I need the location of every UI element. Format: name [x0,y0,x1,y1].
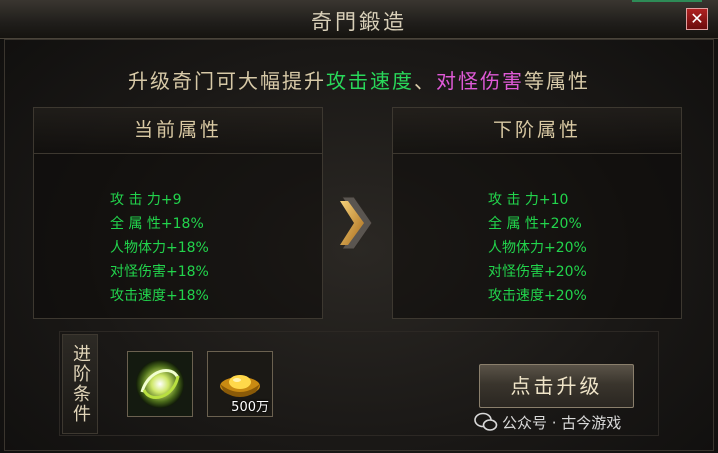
arrow-right-icon [340,196,373,250]
title-accent-line [632,0,702,2]
close-button[interactable]: ✕ [686,8,708,30]
next-attr-all-stats: 全 属 性+20% [488,216,582,232]
swirl-orb-icon [128,352,192,416]
next-attributes-header: 下阶属性 [393,108,681,154]
title-bar[interactable]: 奇門鍛造 ✕ [0,0,718,39]
material-slot-gold[interactable]: 500万 [207,351,273,417]
next-attr-monster-damage: 对怪伤害+20% [488,264,587,280]
headline-attack-speed: 攻击速度 [326,69,414,93]
upgrade-description: 升级奇门可大幅提升攻击速度、对怪伤害等属性 [0,65,718,94]
current-attr-attack-speed: 攻击速度+18% [110,288,209,304]
current-attr-stamina: 人物体力+18% [110,240,209,256]
gold-cost-count: 500万 [231,400,269,415]
current-attr-all-stats: 全 属 性+18% [110,216,204,232]
conditions-label: 进阶条件 [62,334,98,434]
watermark-text: 公众号 · 古今游戏 [502,414,622,432]
current-attributes-list: 攻 击 力+9 全 属 性+18% 人物体力+18% 对怪伤害+18% 攻击速度… [110,188,209,308]
current-attr-monster-damage: 对怪伤害+18% [110,264,209,280]
next-attr-attack-speed: 攻击速度+20% [488,288,587,304]
upgrade-button[interactable]: 点击升级 [479,364,634,408]
material-slot-orb[interactable] [127,351,193,417]
headline-separator: 、 [414,69,436,93]
wechat-icon [474,412,498,431]
current-attributes-box: 当前属性 攻 击 力+9 全 属 性+18% 人物体力+18% 对怪伤害+18%… [33,107,323,319]
current-attr-attack: 攻 击 力+9 [110,192,182,208]
headline-part1: 升级奇门可大幅提升 [128,69,326,93]
next-attr-stamina: 人物体力+20% [488,240,587,256]
window-title: 奇門鍛造 [311,10,407,34]
headline-part4: 等属性 [524,69,590,93]
close-icon: ✕ [690,9,704,28]
next-attr-attack: 攻 击 力+10 [488,192,569,208]
next-attributes-box: 下阶属性 攻 击 力+10 全 属 性+20% 人物体力+20% 对怪伤害+20… [392,107,682,319]
current-attributes-header: 当前属性 [34,108,322,154]
forge-panel: 奇門鍛造 ✕ 升级奇门可大幅提升攻击速度、对怪伤害等属性 当前属性 攻 击 力+… [0,0,718,453]
next-attributes-list: 攻 击 力+10 全 属 性+20% 人物体力+20% 对怪伤害+20% 攻击速… [488,188,587,308]
headline-monster-damage: 对怪伤害 [436,69,524,93]
